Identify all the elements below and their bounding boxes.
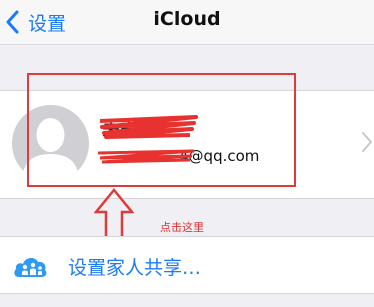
family-sharing-icon: [14, 258, 47, 277]
page-title: iCloud: [153, 8, 221, 30]
tap-here-hint: 点击这里: [160, 221, 204, 234]
disclosure-chevron-icon: [362, 132, 372, 152]
family-sharing-row[interactable]: 设置家人共享…: [0, 236, 374, 294]
highlight-box: [27, 73, 296, 187]
set-up-family-sharing-link[interactable]: 设置家人共享…: [68, 253, 201, 280]
navigation-bar: 设置 iCloud: [0, 0, 374, 45]
